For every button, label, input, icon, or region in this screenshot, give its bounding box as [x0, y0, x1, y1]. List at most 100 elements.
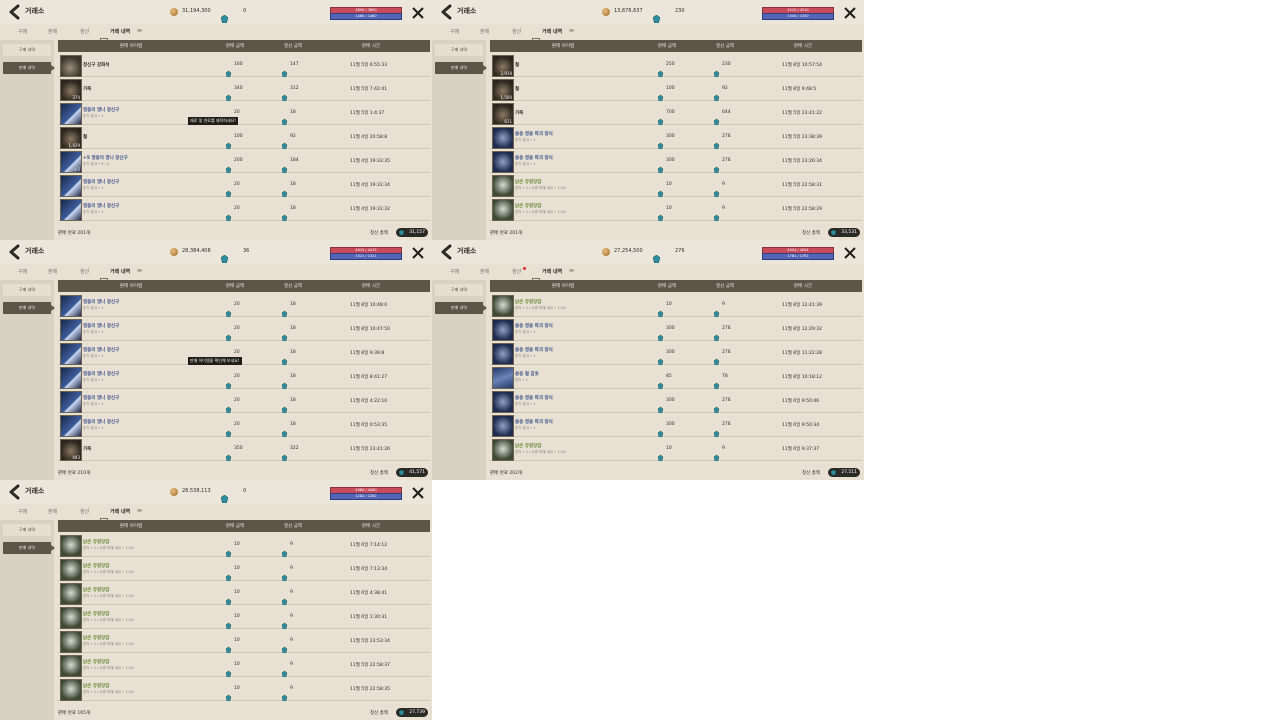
- table-row[interactable]: 374 가죽 340 312 11월 5일 7:42:41: [58, 77, 430, 102]
- item-name: 낡은 유령장갑: [515, 444, 542, 449]
- sale-time: 11월 5일 22:58:35: [350, 687, 390, 692]
- mp-bar: 1340 / 1340: [762, 13, 834, 20]
- item-stats: 방어 • 2 / 소켓 피해 내성 • 1.4%: [83, 618, 135, 622]
- table-row[interactable]: 2,918 철 250 230 11월 8일 10:57:54: [490, 53, 862, 78]
- table-row[interactable]: 낡은 유령장갑 방어 • 2 / 소켓 피해 내성 • 1.4% 10 9 11월 6일…: [490, 437, 862, 462]
- tab-sell[interactable]: 판매: [48, 268, 57, 275]
- tab-buy[interactable]: 구매: [450, 268, 459, 275]
- sidebar-item-label: 구매 내역: [19, 47, 35, 52]
- table-row[interactable]: 영웅의 영니 장신구 추가 효과 • 1 20 18 11월 6일 4:22:10: [58, 389, 430, 414]
- tab-sell[interactable]: 판매: [48, 508, 57, 515]
- table-row[interactable]: 443 가죽 350 322 11월 5일 23:41:26: [58, 437, 430, 462]
- sidebar-item-purchase-history[interactable]: 구매 내역: [3, 44, 51, 56]
- sidebar-item-purchase-history[interactable]: 구매 내역: [435, 44, 483, 56]
- blue-gem-icon: [657, 374, 664, 390]
- item-thumbnail-blue-feather: [60, 295, 82, 317]
- sidebar-item-purchase-history[interactable]: 구매 내역: [3, 524, 51, 536]
- item-name: 정신구 강화석: [83, 63, 110, 68]
- blue-gem-icon: [281, 302, 288, 318]
- tab-sell[interactable]: 판매: [480, 268, 489, 275]
- table-row[interactable]: 영웅의 영니 장신구 추가 효과 • 1 20 18 11월 6일 0:53:35: [58, 413, 430, 438]
- chevron-left-icon[interactable]: [6, 483, 24, 501]
- gold-coin-icon: [602, 248, 610, 256]
- table-row[interactable]: 1,429 철 100 92 11월 4일 20:58:8: [58, 125, 430, 150]
- item-thumbnail-grey-dust: [60, 55, 82, 77]
- blue-gem-icon: [713, 86, 720, 102]
- blue-gem-icon: [657, 398, 664, 414]
- table-row[interactable]: 용옹 영웅 파괴 장식 추가 효과 • 1 300 276 11월 8일 11:22:2…: [490, 341, 862, 366]
- table-row[interactable]: 낡은 유령장갑 방어 • 2 / 소켓 피해 내성 • 1.4% 10 9 11월 8일…: [490, 293, 862, 318]
- tab-history[interactable]: 거래 내역: [542, 268, 562, 275]
- tab-history[interactable]: 거래 내역: [110, 508, 130, 515]
- close-icon[interactable]: [843, 245, 857, 259]
- chevron-left-icon[interactable]: [6, 243, 24, 261]
- tab-settle[interactable]: 정산: [80, 28, 89, 35]
- sidebar-item-sale-history[interactable]: 판매 내역: [3, 542, 55, 554]
- sidebar-item-sale-history[interactable]: 판매 내역: [3, 62, 55, 74]
- item-name: 용옹 영웅 파괴 장식: [515, 324, 553, 329]
- tab-buy[interactable]: 구매: [18, 28, 27, 35]
- table-row[interactable]: 영웅의 영니 장신구 추가 효과 • 1 20 18 11월 6일 8:41:27: [58, 365, 430, 390]
- sale-price: 200: [234, 158, 243, 163]
- sidebar-item-sale-history[interactable]: 판매 내역: [435, 62, 487, 74]
- total-amount-badge: 33,531: [828, 228, 860, 237]
- close-icon[interactable]: [411, 485, 425, 499]
- table-row[interactable]: 용옹 영웅 파괴 장식 추가 효과 • 1 300 276 11월 5일 23:38:3…: [490, 125, 862, 150]
- sidebar-item-purchase-history[interactable]: 구매 내역: [3, 284, 51, 296]
- table-row[interactable]: 용옹 영웅 파괴 장식 추가 효과 • 1 300 276 11월 5일 23:26:3…: [490, 149, 862, 174]
- table-row[interactable]: 611 가죽 700 644 11월 5일 23:41:22: [490, 101, 862, 126]
- tab-settle[interactable]: 정산: [512, 28, 521, 35]
- tab-buy[interactable]: 구매: [18, 508, 27, 515]
- tab-buy[interactable]: 구매: [450, 28, 459, 35]
- table-row[interactable]: 정신구 강화석 160 147 11월 5일 6:55:33: [58, 53, 430, 78]
- table-row[interactable]: 영웅의 영니 장신구 추가 효과 • 1 20 18 11월 4일 19:31:32: [58, 197, 430, 222]
- tab-settle[interactable]: 정산: [512, 268, 521, 275]
- tab-history[interactable]: 거래 내역: [542, 28, 562, 35]
- tab-sell[interactable]: 판매: [48, 28, 57, 35]
- blue-gem-icon: [398, 469, 405, 476]
- tab-settle[interactable]: 정산: [80, 268, 89, 275]
- tab-sell[interactable]: 판매: [480, 28, 489, 35]
- tab-settle[interactable]: 정산: [80, 508, 89, 515]
- table-row[interactable]: 1,500 철 100 92 11월 8일 9:48:5: [490, 77, 862, 102]
- table-row[interactable]: 영웅의 영니 장신구 추가 효과 • 1 20 18 11월 8일 9:39:8: [58, 341, 430, 366]
- table-row[interactable]: 용옹 영웅 파괴 장식 추가 효과 • 1 300 276 11월 6일 9:50:34: [490, 413, 862, 438]
- table-row[interactable]: 낡은 유령장갑 방어 • 2 / 소켓 피해 내성 • 1.4% 10 9 11월 5일…: [490, 173, 862, 198]
- sidebar-item-label: 판매 내역: [19, 305, 35, 310]
- table-row[interactable]: 낡은 유령장갑 방어 • 2 / 소켓 피해 내성 • 1.4% 10 9 11월 6일…: [58, 533, 430, 558]
- table-row[interactable]: 영웅의 영니 장신구 추가 효과 • 1 20 18 11월 4일 19:31:34: [58, 173, 430, 198]
- table-row[interactable]: 영웅의 영니 장신구 추가 효과 • 1 20 18 11월 8일 10:47:50: [58, 317, 430, 342]
- table-row[interactable]: 영웅의 영니 장신구 추가 효과 • 1 20 18 11월 8일 10:48:0: [58, 293, 430, 318]
- sidebar-item-purchase-history[interactable]: 구매 내역: [435, 284, 483, 296]
- chevron-left-icon[interactable]: [438, 243, 456, 261]
- sidebar-item-sale-history[interactable]: 판매 내역: [3, 302, 55, 314]
- table-row[interactable]: 용옹 영웅 파괴 장식 추가 효과 • 1 300 276 11월 6일 9:50:46: [490, 389, 862, 414]
- item-name: 낡은 유령장갑: [515, 204, 542, 209]
- tab-buy[interactable]: 구매: [18, 268, 27, 275]
- close-icon[interactable]: [411, 245, 425, 259]
- sale-time: 11월 8일 12:29:32: [782, 327, 822, 332]
- chevron-left-icon[interactable]: [438, 3, 456, 21]
- close-icon[interactable]: [843, 5, 857, 19]
- tab-history[interactable]: 거래 내역: [110, 268, 130, 275]
- sidebar-item-sale-history[interactable]: 판매 내역: [435, 302, 487, 314]
- total-amount-badge: 27,511: [828, 468, 860, 477]
- table-row[interactable]: 낡은 유령장갑 방어 • 2 / 소켓 피해 내성 • 1.4% 10 9 11월 5일…: [58, 653, 430, 678]
- table-row[interactable]: 영웅의 영니 장신구 추가 효과 • 1 20 18 11월 5일 1:4:37: [58, 101, 430, 126]
- sales-count: 판매 완료 201개: [490, 231, 523, 236]
- table-row[interactable]: 용옹 철 갑옷 방어 • 1 85 78 11월 8일 10:18:12: [490, 365, 862, 390]
- tab-history[interactable]: 거래 내역: [110, 28, 130, 35]
- table-row[interactable]: 낡은 유령장갑 방어 • 2 / 소켓 피해 내성 • 1.4% 10 9 11월 5일…: [58, 629, 430, 654]
- table-row[interactable]: 낡은 유령장갑 방어 • 2 / 소켓 피해 내성 • 1.4% 10 9 11월 6일…: [58, 605, 430, 630]
- table-row[interactable]: 낡은 유령장갑 방어 • 2 / 소켓 피해 내성 • 1.4% 10 9 11월 5일…: [58, 677, 430, 702]
- item-thumbnail-blue-armor: [492, 367, 514, 389]
- table-row[interactable]: 용옹 영웅 파괴 장식 추가 효과 • 1 300 276 11월 8일 12:29:3…: [490, 317, 862, 342]
- table-row[interactable]: 낡은 유령장갑 방어 • 2 / 소켓 피해 내성 • 1.4% 10 9 11월 5일…: [490, 197, 862, 222]
- sale-time: 11월 5일 23:41:26: [350, 447, 390, 452]
- close-icon[interactable]: [411, 5, 425, 19]
- table-row[interactable]: 낡은 유령장갑 방어 • 2 / 소켓 피해 내성 • 1.4% 10 9 11월 6일…: [58, 581, 430, 606]
- table-row[interactable]: 낡은 유령장갑 방어 • 2 / 소켓 피해 내성 • 1.4% 10 9 11월 6일…: [58, 557, 430, 582]
- chevron-left-icon[interactable]: [6, 3, 24, 21]
- table-row[interactable]: +5 +5 영웅의 영니 장신구 추가 효과 • 6 / 5 200 184 11월 4일…: [58, 149, 430, 174]
- item-thumbnail-green-ghost: [60, 583, 82, 605]
